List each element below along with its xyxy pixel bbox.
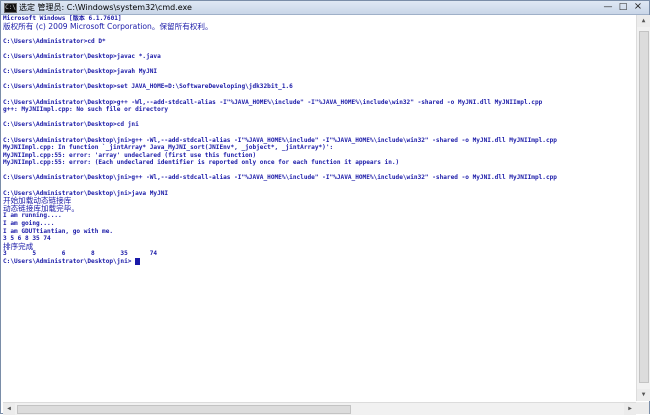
console-line: 开始加载动态链接库 — [3, 196, 72, 206]
console-line: C:\Users\Administrator\Desktop>javah MyJ… — [3, 68, 158, 76]
console-line: I am going.... — [3, 220, 55, 228]
console-line: 动态链接库加载完毕。 — [3, 203, 79, 213]
console-line: MyJNIImpl.cpp: In function `_jintArray* … — [3, 144, 334, 152]
maximize-button[interactable]: □ — [616, 2, 630, 12]
window-title: 选定 管理员: C:\Windows\system32\cmd.exe — [19, 3, 192, 12]
console-line: C:\Users\Administrator\Desktop>cd jni — [3, 121, 139, 129]
console-line: C:\Users\Administrator\Desktop>set JAVA_… — [3, 83, 293, 91]
resize-grip-icon[interactable] — [636, 402, 649, 414]
scroll-left-arrow-icon[interactable]: ◀ — [3, 403, 15, 415]
close-button[interactable]: × — [631, 2, 645, 12]
cmd-icon[interactable]: C:\ — [4, 3, 17, 13]
console-line: g++: MyJNIImpl.cpp: No such file or dire… — [3, 106, 169, 114]
scroll-down-arrow-icon[interactable]: ▼ — [637, 389, 650, 401]
console-line: MyJNIImpl.cpp:55: error: (Each undeclare… — [3, 159, 400, 167]
console-prompt-line[interactable]: C:\Users\Administrator\Desktop\jni> — [3, 258, 635, 266]
scroll-right-arrow-icon[interactable]: ▶ — [624, 403, 636, 415]
console-line: 3 5 6 8 35 74 — [3, 235, 51, 243]
horizontal-scroll-thumb[interactable] — [17, 405, 351, 414]
console-line: C:\Users\Administrator\Desktop\jni>g++ -… — [3, 136, 557, 144]
minimize-button[interactable]: — — [601, 2, 615, 12]
horizontal-scrollbar[interactable]: ◀ ▶ — [3, 402, 636, 415]
console-line: 3 5 6 8 35 74 — [3, 250, 158, 258]
console-line: C:\Users\Administrator\Desktop\jni>g++ -… — [3, 174, 557, 182]
console-line: C:\Users\Administrator>cd D* — [3, 37, 106, 45]
console-line: I am GDUTtiantian, go with me. — [3, 227, 114, 235]
text-cursor — [135, 258, 141, 265]
title-bar[interactable]: C:\ 选定 管理员: C:\Windows\system32\cmd.exe … — [1, 1, 649, 15]
vertical-scrollbar[interactable]: ▲ ▼ — [636, 15, 650, 401]
console-prompt: C:\Users\Administrator\Desktop\jni> — [3, 258, 136, 265]
console-line: I am running.... — [3, 212, 62, 220]
console-line: C:\Users\Administrator\Desktop>g++ -Wl,-… — [3, 98, 543, 106]
cmd-window: C:\ 选定 管理员: C:\Windows\system32\cmd.exe … — [0, 0, 650, 415]
vertical-scroll-thumb[interactable] — [639, 31, 649, 383]
console-output[interactable]: Microsoft Windows [版本 6.1.7601] 版权所有 (c)… — [3, 15, 635, 401]
console-line: 版权所有 (c) 2009 Microsoft Corporation。保留所有… — [3, 21, 213, 31]
console-line: 排序完成 — [3, 241, 34, 251]
console-line: C:\Users\Administrator\Desktop>javac *.j… — [3, 52, 161, 60]
console-line: C:\Users\Administrator\Desktop\jni>java … — [3, 189, 169, 197]
scroll-up-arrow-icon[interactable]: ▲ — [637, 15, 650, 27]
